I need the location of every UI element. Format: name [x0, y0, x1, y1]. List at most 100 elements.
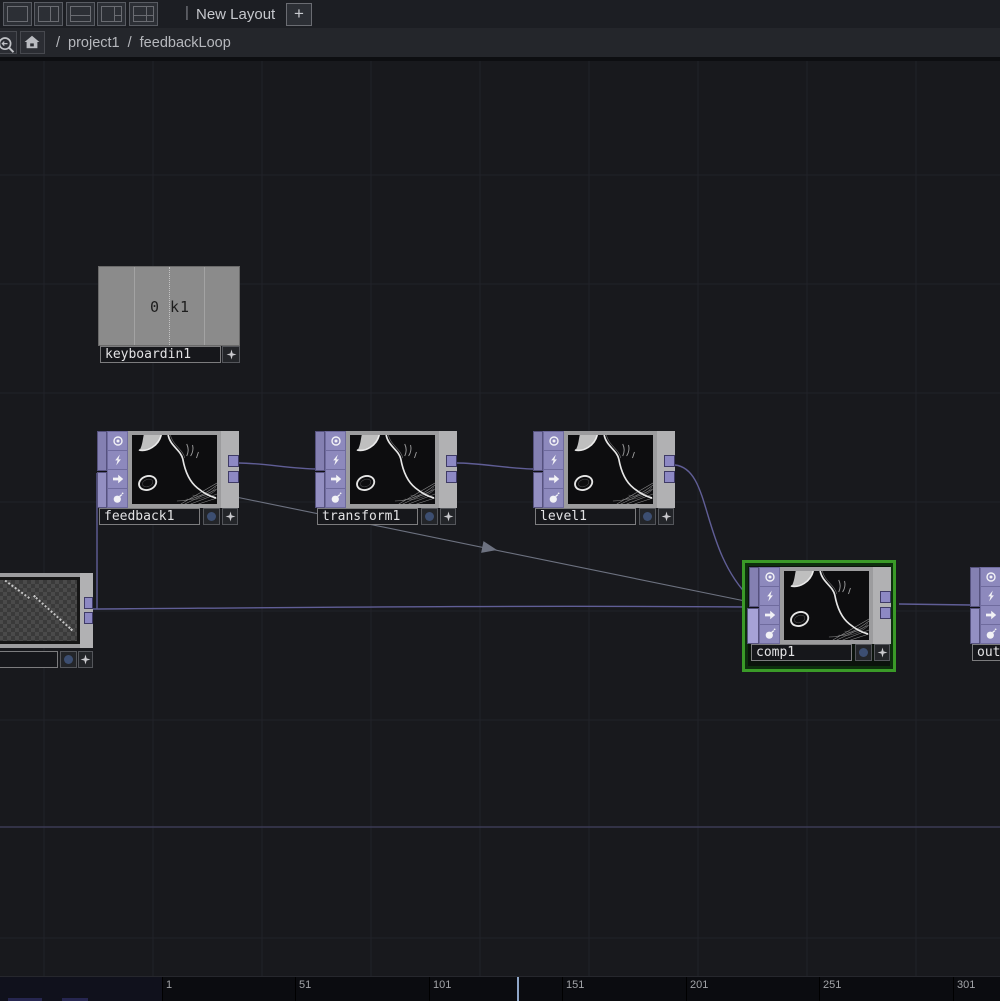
input-connector[interactable]: [533, 472, 543, 508]
input-connector[interactable]: [970, 567, 980, 607]
node-viewer-dot-button[interactable]: [203, 508, 220, 525]
node-star-button[interactable]: [874, 644, 890, 661]
bomb-flag-button[interactable]: [326, 489, 345, 507]
node-thumbnail: [564, 431, 657, 508]
bolt-flag-icon: [764, 590, 776, 602]
layout-preset-two-columns-button[interactable]: [34, 2, 63, 26]
output-connector[interactable]: [446, 471, 457, 483]
input-connector[interactable]: [533, 431, 543, 471]
node-level1[interactable]: level1: [533, 431, 675, 526]
home-button[interactable]: [20, 31, 45, 54]
arrow-flag-button[interactable]: [326, 470, 345, 489]
arrow-flag-button[interactable]: [108, 470, 127, 489]
input-connector[interactable]: [747, 608, 759, 644]
node-feedback1[interactable]: feedback1: [97, 431, 239, 526]
viewer-flag-button[interactable]: [981, 568, 1000, 587]
output-column: [221, 431, 239, 508]
output-connector[interactable]: [664, 455, 675, 467]
input-connector[interactable]: [315, 431, 325, 471]
node-star-button[interactable]: [440, 508, 456, 525]
layout-preset-two-rows-button[interactable]: [66, 2, 95, 26]
node-left-partial[interactable]: [0, 573, 93, 670]
wire-level1-to-comp1: [675, 465, 750, 598]
bolt-flag-icon: [112, 454, 124, 466]
input-connector[interactable]: [970, 608, 980, 644]
node-viewer-dot-button[interactable]: [639, 508, 656, 525]
timeline-tick: 301: [957, 979, 975, 991]
node-name-field[interactable]: feedback1: [99, 508, 200, 525]
input-connector[interactable]: [97, 472, 107, 508]
arrow-flag-button[interactable]: [981, 606, 1000, 625]
viewer-flag-button[interactable]: [108, 432, 127, 451]
output-connector[interactable]: [228, 455, 239, 467]
bolt-flag-button[interactable]: [108, 451, 127, 470]
timeline-bar[interactable]: 1 51 101 151 201 251 301: [0, 976, 1000, 1001]
bomb-flag-button[interactable]: [760, 625, 779, 643]
node-name-field[interactable]: comp1: [751, 644, 852, 661]
node-out1[interactable]: out1: [970, 567, 1000, 662]
bomb-flag-button[interactable]: [981, 625, 1000, 643]
bolt-flag-button[interactable]: [760, 587, 779, 606]
input-connector[interactable]: [749, 567, 759, 607]
node-name-field[interactable]: [0, 651, 58, 668]
find-button[interactable]: [0, 31, 17, 54]
node-flags: [543, 431, 564, 508]
bolt-flag-button[interactable]: [544, 451, 563, 470]
bomb-flag-button[interactable]: [108, 489, 127, 507]
output-connector[interactable]: [228, 471, 239, 483]
layout-preset-left-right-split-button[interactable]: [97, 2, 126, 26]
node-keyboardin1[interactable]: 0 k1 keyboardin1: [98, 266, 240, 364]
home-icon: [24, 35, 40, 49]
wire-transform1-to-level1: [457, 463, 535, 469]
arrow-flag-button[interactable]: [760, 606, 779, 625]
layout-preset-grid-button[interactable]: [129, 2, 158, 26]
timeline-tick: 51: [299, 979, 311, 991]
node-transform1[interactable]: transform1: [315, 431, 457, 526]
arrow-flag-icon: [330, 473, 342, 485]
layout-preset-single-button[interactable]: [3, 2, 32, 26]
node-name-field[interactable]: transform1: [317, 508, 418, 525]
node-thumbnail: [346, 431, 439, 508]
output-connector[interactable]: [84, 597, 93, 609]
node-star-button[interactable]: [78, 651, 93, 668]
output-column: [873, 567, 891, 644]
add-layout-button[interactable]: +: [286, 3, 312, 26]
viewer-flag-button[interactable]: [544, 432, 563, 451]
arrow-flag-icon: [985, 609, 997, 621]
node-star-button[interactable]: [222, 508, 238, 525]
input-connector[interactable]: [315, 472, 325, 508]
breadcrumb: / project1 / feedbackLoop: [56, 28, 231, 57]
node-comp1[interactable]: comp1: [749, 567, 891, 662]
node-star-button[interactable]: [658, 508, 674, 525]
timeline-playhead[interactable]: [517, 977, 519, 1001]
node-star-button[interactable]: [222, 346, 240, 363]
input-connector[interactable]: [97, 431, 107, 471]
bolt-flag-icon: [330, 454, 342, 466]
node-viewer-dot-button[interactable]: [421, 508, 438, 525]
node-name-field[interactable]: keyboardin1: [100, 346, 221, 363]
output-connector[interactable]: [880, 591, 891, 603]
magnifier-icon: [0, 35, 16, 55]
output-connector[interactable]: [446, 455, 457, 467]
arrow-flag-button[interactable]: [544, 470, 563, 489]
output-connector[interactable]: [84, 612, 93, 624]
node-viewer-dot-button[interactable]: [855, 644, 872, 661]
node-name-field[interactable]: out1: [972, 644, 1000, 661]
bomb-flag-button[interactable]: [544, 489, 563, 507]
new-layout-label: New Layout: [196, 6, 275, 23]
bolt-flag-button[interactable]: [326, 451, 345, 470]
output-connector[interactable]: [880, 607, 891, 619]
node-viewer-dot-button[interactable]: [60, 651, 77, 668]
breadcrumb-item-feedbackloop[interactable]: feedbackLoop: [140, 35, 231, 51]
bolt-flag-icon: [985, 590, 997, 602]
node-name-field[interactable]: level1: [535, 508, 636, 525]
viewer-flag-button[interactable]: [760, 568, 779, 587]
breadcrumb-item-project1[interactable]: project1: [68, 35, 120, 51]
viewer-flag-icon: [985, 571, 997, 583]
viewer-flag-button[interactable]: [326, 432, 345, 451]
bolt-flag-button[interactable]: [981, 587, 1000, 606]
arrow-flag-icon: [764, 609, 776, 621]
keyboardin1-value: 0 k1: [99, 267, 241, 347]
output-connector[interactable]: [664, 471, 675, 483]
viewer-flag-icon: [112, 435, 124, 447]
